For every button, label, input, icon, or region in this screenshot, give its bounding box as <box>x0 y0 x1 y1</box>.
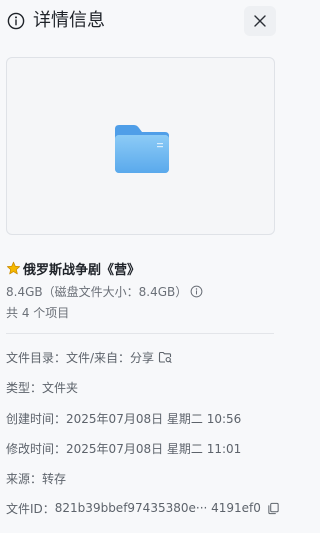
created-value: 2025年07月08日 星期二 10:56 <box>66 411 242 426</box>
source-row: 来源： 转存 <box>6 469 66 487</box>
source-label: 来源： <box>6 471 43 486</box>
created-label: 创建时间： <box>6 411 67 426</box>
copy-icon[interactable] <box>267 502 280 515</box>
type-value: 文件夹 <box>42 380 79 395</box>
divider <box>6 333 274 334</box>
panel-title: 详情信息 <box>33 10 105 31</box>
directory-value[interactable]: 文件/来自：分享 <box>66 349 154 366</box>
type-row: 类型： 文件夹 <box>6 378 78 396</box>
type-label: 类型： <box>6 380 43 395</box>
item-count: 共 4 个项目 <box>6 306 70 320</box>
file-preview <box>6 57 275 235</box>
info-icon <box>7 12 25 30</box>
info-icon[interactable] <box>190 285 203 298</box>
modified-row: 修改时间： 2025年07月08日 星期二 11:01 <box>6 439 241 457</box>
directory-row: 文件目录： 文件/来自：分享 <box>6 348 172 366</box>
created-row: 创建时间： 2025年07月08日 星期二 10:56 <box>6 409 241 427</box>
file-name: 俄罗斯战争剧《营》 <box>23 262 141 278</box>
file-id-row: 文件ID： 821b39bbef97435380e··· 4191ef0 <box>6 499 280 517</box>
panel-header: 详情信息 <box>0 0 293 44</box>
source-value: 转存 <box>42 471 67 486</box>
file-size-row: 8.4GB（磁盘文件大小：8.4GB） <box>6 282 203 300</box>
close-icon <box>254 15 266 27</box>
modified-value: 2025年07月08日 星期二 11:01 <box>66 441 242 456</box>
file-id-value: 821b39bbef97435380e··· 4191ef0 <box>54 501 261 515</box>
file-id-label: 文件ID： <box>6 501 55 516</box>
file-name-row: 俄罗斯战争剧《营》 <box>6 258 286 278</box>
close-button[interactable] <box>244 6 276 36</box>
star-icon <box>6 261 21 274</box>
open-folder-icon[interactable] <box>158 350 172 364</box>
directory-label: 文件目录： <box>6 350 67 365</box>
file-size: 8.4GB（磁盘文件大小：8.4GB） <box>6 284 188 299</box>
folder-icon <box>115 125 169 173</box>
modified-label: 修改时间： <box>6 441 67 456</box>
